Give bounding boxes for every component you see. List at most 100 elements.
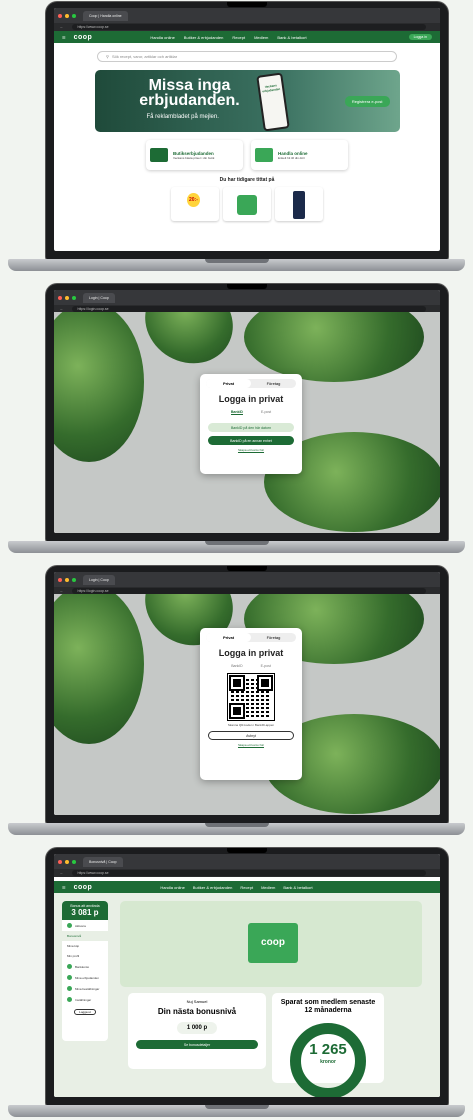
savings-title: Sparat som medlem senaste 12 månaderna <box>280 999 376 1014</box>
tab-foretag[interactable]: Företag <box>251 633 296 642</box>
maximize-window-icon[interactable] <box>72 295 76 300</box>
sidebar-item-label: Bonusnivå <box>67 934 82 938</box>
maximize-window-icon[interactable] <box>72 859 76 864</box>
sidebar-item[interactable]: Mina beställningar <box>62 983 108 994</box>
qr-corner <box>229 703 245 719</box>
back-icon[interactable]: ← <box>60 871 64 875</box>
price-badge: 20:- <box>187 193 200 207</box>
next-level-value: 1 000 p <box>176 1022 218 1034</box>
sidebar-item[interactable]: Inställningar <box>62 994 108 1005</box>
back-icon[interactable]: ← <box>60 25 64 29</box>
tab-email[interactable]: E-post <box>261 410 271 415</box>
nav-item-bank[interactable]: Bank & betalkort <box>277 35 306 40</box>
url-field[interactable]: https://www.coop.se <box>71 24 426 30</box>
method-tabs: BankID E-post <box>200 410 302 415</box>
coop-logo[interactable]: coop <box>74 34 93 41</box>
nav-item-handla-online[interactable]: Handla online <box>160 885 184 890</box>
minimize-window-icon[interactable] <box>65 859 69 864</box>
nav-item-handla-online[interactable]: Handla online <box>150 35 174 40</box>
tab-bankid[interactable]: BankID <box>231 664 242 668</box>
hero-banner[interactable]: Missa inga erbjudanden. Få reklambladet … <box>94 70 400 132</box>
sidebar-item[interactable]: Bankkonto <box>62 961 108 972</box>
tab-bankid[interactable]: BankID <box>230 410 243 415</box>
login-button[interactable]: Logga in <box>408 34 432 40</box>
phone-image: Veckans erbjudanden <box>255 72 290 132</box>
tab-privat[interactable]: Privat <box>206 379 251 388</box>
nav-item-butiker[interactable]: Butiker & erbjudanden <box>184 35 224 40</box>
nav-item-medlem[interactable]: Medlem <box>254 35 268 40</box>
card-butikserbjudanden[interactable]: Butikserbjudanden Veckans bästa priser i … <box>146 140 243 170</box>
coop-logo[interactable]: coop <box>74 884 93 891</box>
close-window-icon[interactable] <box>58 577 62 582</box>
url-field[interactable]: https://www.coop.se <box>71 870 426 876</box>
search-input[interactable]: ⚲ Sök recept, varor, artiklar och artikl… <box>97 51 397 62</box>
nav-item-butiker[interactable]: Butiker & erbjudanden <box>193 885 233 890</box>
bonus-details-button[interactable]: Se bonusdetaljer <box>136 1040 258 1049</box>
card-handla-online[interactable]: Handla online Enkelt hit till din dörr <box>251 140 348 170</box>
nav-item-bank[interactable]: Bank & betalkort <box>283 885 312 890</box>
laptop-icon <box>255 148 273 162</box>
minimize-window-icon[interactable] <box>65 13 69 18</box>
search-placeholder: Sök recept, varor, artiklar och artiklar <box>111 54 178 59</box>
member-name: Nuj Samuel <box>186 999 208 1004</box>
browser-tab[interactable]: Login | Coop <box>83 574 115 585</box>
basket-image <box>237 195 257 215</box>
card-title: Butikserbjudanden <box>173 150 214 156</box>
site-header: ☰ coop Handla online Butiker & erbjudand… <box>54 31 440 43</box>
nav-item-medlem[interactable]: Medlem <box>261 885 275 890</box>
laptop-2: Login | Coop ← https://login.coop.se Pri… <box>8 284 465 556</box>
maximize-window-icon[interactable] <box>72 577 76 582</box>
groove <box>204 541 269 545</box>
card-subtitle: Veckans bästa priser i din butik <box>173 155 215 160</box>
search-icon: ⚲ <box>106 54 109 59</box>
nav-item-recept[interactable]: Recept <box>232 35 245 40</box>
close-window-icon[interactable] <box>58 295 62 300</box>
screen-coop-home: Coop | Handla online ← https://www.coop.… <box>54 8 440 251</box>
sidebar-item[interactable]: Mina köp <box>62 941 108 951</box>
browser-tab[interactable]: Coop | Handla online <box>83 10 128 21</box>
kale-leaf <box>244 312 424 382</box>
bullet-icon <box>67 975 72 980</box>
minimize-window-icon[interactable] <box>65 295 69 300</box>
menu-icon[interactable]: ☰ <box>62 885 66 890</box>
sidebar-item[interactable]: Aktivera <box>62 920 108 931</box>
camera-notch <box>227 284 267 289</box>
sidebar-item[interactable]: Bonusnivå <box>62 931 108 941</box>
bankid-other-device-button[interactable]: BankID på en annan enhet <box>208 436 294 445</box>
screen-login-bankid: Login | Coop ← https://login.coop.se Pri… <box>54 290 440 533</box>
menu-icon[interactable]: ☰ <box>62 35 66 40</box>
product-card[interactable] <box>275 187 323 221</box>
nav-item-recept[interactable]: Recept <box>240 885 253 890</box>
coop-bag-image: coop <box>248 923 298 963</box>
browser-tabbar: Bonusnivå | Coop <box>54 854 440 869</box>
browser-tab[interactable]: Login | Coop <box>83 292 115 303</box>
product-card[interactable] <box>223 187 271 221</box>
groove <box>204 823 269 827</box>
sidebar-item[interactable]: Min profil <box>62 951 108 961</box>
create-account-link[interactable]: Skapa ett konto här <box>200 743 302 747</box>
camera-notch <box>227 566 267 571</box>
kale-leaf <box>130 312 248 380</box>
register-email-button[interactable]: Registrera e-post <box>344 96 390 107</box>
tab-privat[interactable]: Privat <box>206 633 251 642</box>
browser-tab[interactable]: Bonusnivå | Coop <box>83 856 123 867</box>
cancel-button[interactable]: Avbryt <box>208 731 294 740</box>
minimize-window-icon[interactable] <box>65 577 69 582</box>
logout-button[interactable]: Logga ut <box>74 1009 96 1015</box>
laptop-base <box>8 1105 465 1117</box>
tab-foretag[interactable]: Företag <box>251 379 296 388</box>
back-icon[interactable]: ← <box>60 307 64 311</box>
close-window-icon[interactable] <box>58 13 62 18</box>
bankid-this-device-button[interactable]: BankID på den här datorn <box>208 423 294 432</box>
maximize-window-icon[interactable] <box>72 13 76 18</box>
bullet-icon <box>67 997 72 1002</box>
create-account-link[interactable]: Skapa ett konto här <box>200 448 302 452</box>
section-title: Du har tidigare tittat på <box>219 177 275 183</box>
qr-instruction: Skanna QR-koden i BankID-appen <box>227 723 275 727</box>
close-window-icon[interactable] <box>58 859 62 864</box>
sidebar-item[interactable]: Mina erbjudanden <box>62 972 108 983</box>
product-card[interactable]: 20:- <box>171 187 219 221</box>
groove <box>204 259 269 263</box>
back-icon[interactable]: ← <box>60 589 64 593</box>
tab-email[interactable]: E-post <box>261 664 271 668</box>
